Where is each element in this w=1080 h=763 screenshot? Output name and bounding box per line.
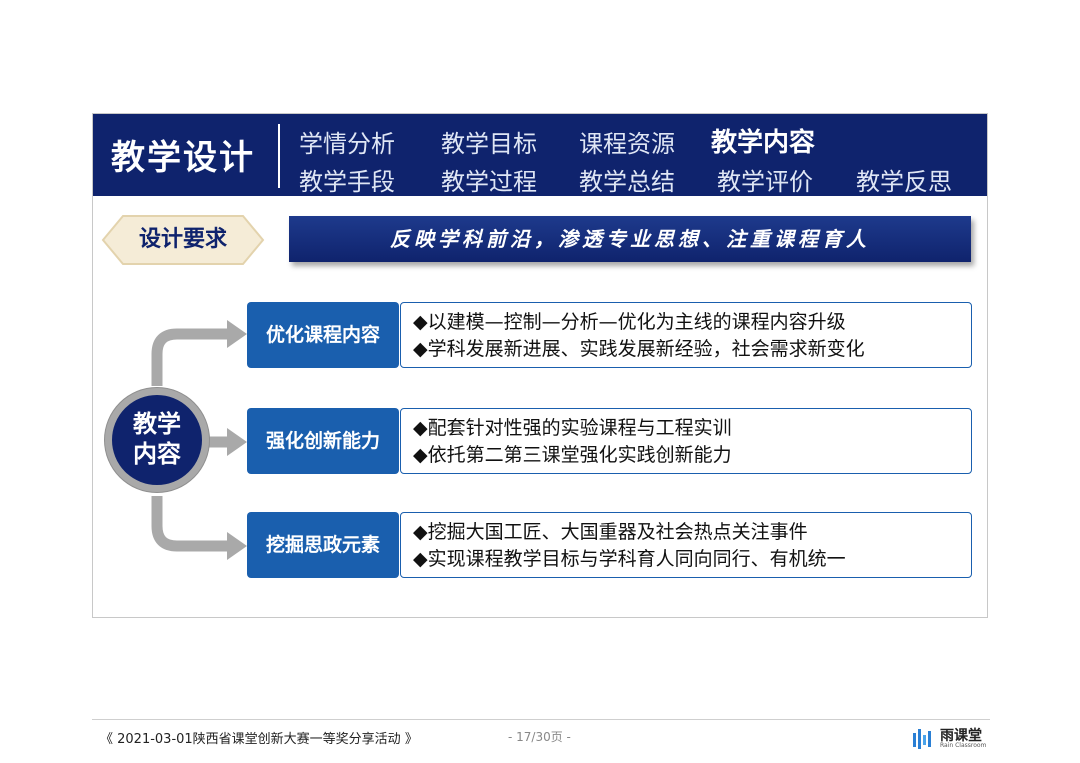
footer-event-title: 《 2021-03-01陕西省课堂创新大赛一等奖分享活动 》 bbox=[100, 732, 418, 747]
section-detail-ideology: ◆挖掘大国工匠、大国重器及社会热点关注事件 ◆实现课程教学目标与学科育人同向同行… bbox=[400, 512, 972, 578]
center-label-line-1: 教学 bbox=[133, 410, 181, 438]
arrow-head-bottom bbox=[227, 532, 247, 560]
section-title-ideology: 挖掘思政元素 bbox=[247, 512, 399, 578]
teaching-content-circle: 教学 内容 bbox=[105, 388, 209, 492]
rain-classroom-icon bbox=[913, 729, 931, 749]
brand-logo: 雨课堂 Rain Classroom bbox=[912, 725, 992, 753]
page-indicator: - 17/30页 - bbox=[508, 730, 571, 744]
section-title-innovation: 强化创新能力 bbox=[247, 408, 399, 474]
brand-subtitle: Rain Classroom bbox=[940, 742, 987, 749]
detail-point: ◆依托第二第三课堂强化实践创新能力 bbox=[413, 444, 732, 466]
detail-point: ◆挖掘大国工匠、大国重器及社会热点关注事件 bbox=[413, 521, 808, 543]
footer-divider bbox=[92, 719, 990, 720]
detail-point: ◆配套针对性强的实验课程与工程实训 bbox=[413, 417, 732, 439]
section-title-optimize: 优化课程内容 bbox=[247, 302, 399, 368]
detail-point: ◆实现课程教学目标与学科育人同向同行、有机统一 bbox=[413, 548, 846, 570]
detail-point: ◆学科发展新进展、实践发展新经验，社会需求新变化 bbox=[413, 338, 865, 360]
arrow-head-top bbox=[227, 320, 247, 348]
section-detail-optimize: ◆以建模—控制—分析—优化为主线的课程内容升级 ◆学科发展新进展、实践发展新经验… bbox=[400, 302, 972, 368]
slide: 教学设计 学情分析 教学目标 课程资源 教学内容 教学手段 教学过程 教学总结 … bbox=[92, 113, 988, 618]
section-detail-innovation: ◆配套针对性强的实验课程与工程实训 ◆依托第二第三课堂强化实践创新能力 bbox=[400, 408, 972, 474]
arrow-head-middle bbox=[227, 428, 247, 456]
detail-point: ◆以建模—控制—分析—优化为主线的课程内容升级 bbox=[413, 311, 846, 333]
center-label: 教学 内容 bbox=[112, 409, 202, 469]
center-label-line-2: 内容 bbox=[133, 440, 181, 468]
